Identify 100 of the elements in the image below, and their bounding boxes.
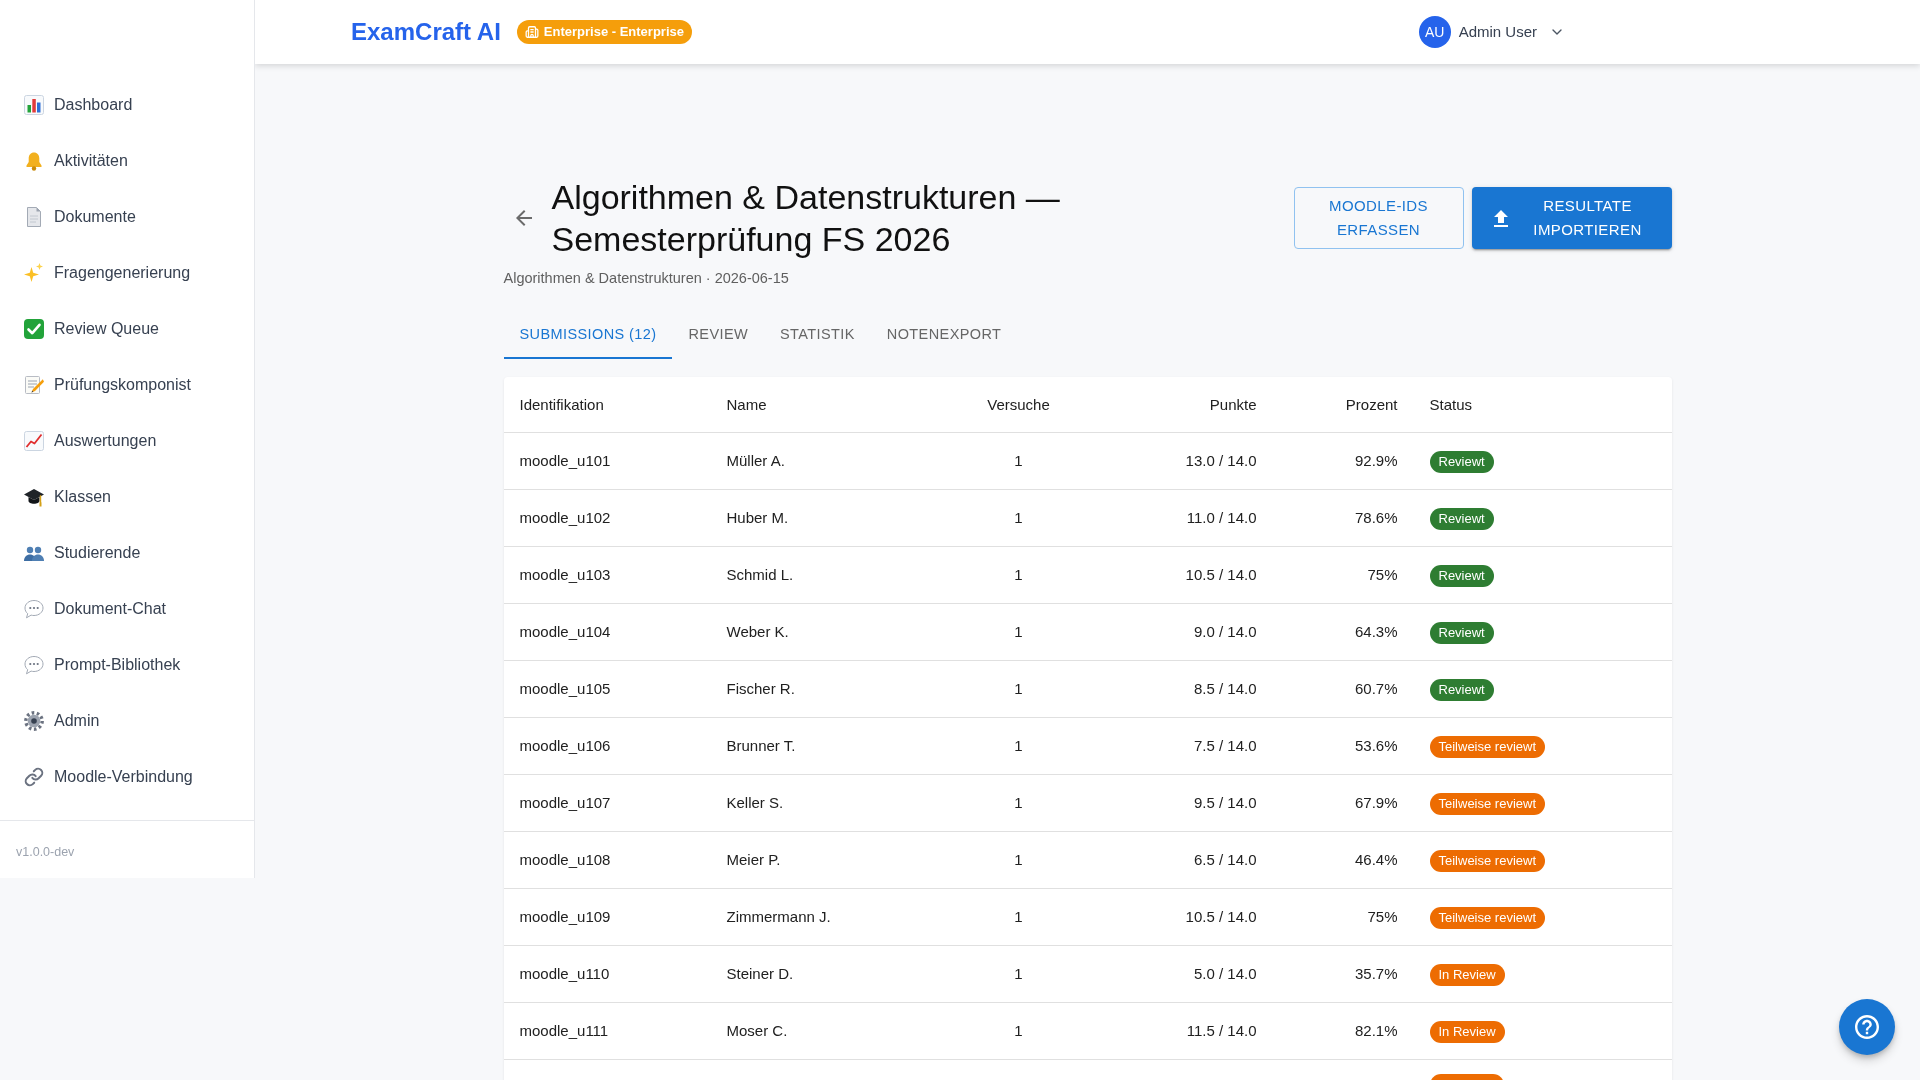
sidebar-item[interactable]: Studierende bbox=[0, 525, 254, 581]
upload-icon bbox=[1493, 209, 1508, 227]
table-cell: moodle_u101 bbox=[519, 452, 611, 469]
table-cell: 75% bbox=[1367, 566, 1398, 583]
table-cell: moodle_u111 bbox=[519, 1022, 609, 1039]
table-cell: 75% bbox=[1367, 908, 1398, 925]
speech-bubble-icon bbox=[24, 655, 44, 675]
table-cell: Zimmermann J. bbox=[726, 908, 831, 925]
sidebar-item[interactable]: Auswertungen bbox=[0, 413, 254, 469]
column-header: Punkte bbox=[1209, 395, 1257, 413]
column-header: Name bbox=[726, 395, 767, 413]
memo-pencil-icon bbox=[24, 375, 44, 395]
table-cell: Fischer R. bbox=[726, 680, 795, 697]
table-cell: 1 bbox=[1014, 680, 1023, 697]
table-cell: moodle_u107 bbox=[519, 794, 611, 811]
table-cell: 1 bbox=[1014, 1022, 1023, 1039]
status-badge: Reviewt bbox=[1429, 678, 1494, 701]
sidebar-item[interactable]: Prüfungskomponist bbox=[0, 357, 254, 413]
graduation-cap-icon bbox=[24, 487, 44, 507]
column-header: Versuche bbox=[987, 395, 1050, 413]
column-header: Identifikation bbox=[519, 395, 604, 413]
sidebar-item[interactable]: Fragengenerierung bbox=[0, 245, 254, 301]
table-cell: 1 bbox=[1014, 452, 1023, 469]
table-cell: 13.0 / 14.0 bbox=[1185, 452, 1257, 469]
sidebar-item[interactable]: Aktivitäten bbox=[0, 133, 254, 189]
table-cell: 9.5 / 14.0 bbox=[1193, 794, 1257, 811]
table-cell: 1 bbox=[1014, 623, 1023, 640]
table-cell: 9.0 / 14.0 bbox=[1193, 623, 1257, 640]
table-cell: moodle_u108 bbox=[519, 851, 611, 868]
table-cell: 1 bbox=[1014, 965, 1023, 982]
settings-icon bbox=[24, 711, 44, 731]
page-title: Algorithmen & Datenstrukturen — Semesterprüfung FS 2026 bbox=[551, 177, 1061, 260]
table-cell: Moser C. bbox=[726, 1022, 788, 1039]
sidebar-item[interactable]: Dokument-Chat bbox=[0, 581, 254, 637]
sidebar-item[interactable]: Moodle-Verbindung bbox=[0, 749, 254, 805]
table-cell: 1 bbox=[1014, 509, 1023, 526]
document-icon bbox=[24, 207, 44, 227]
table-cell: moodle_u109 bbox=[519, 908, 611, 925]
help-button[interactable] bbox=[1839, 999, 1895, 1055]
table-cell: Müller A. bbox=[726, 452, 785, 469]
sidebar-item[interactable]: Review Queue bbox=[0, 301, 254, 357]
back-arrow-icon[interactable] bbox=[515, 210, 532, 226]
import-button[interactable]: RESULTATE IMPORTIEREN bbox=[1471, 187, 1672, 249]
speech-bubble-icon bbox=[24, 599, 44, 619]
building-icon bbox=[524, 25, 539, 39]
table-cell: 60.7% bbox=[1354, 680, 1398, 697]
table-cell: 1 bbox=[1014, 851, 1023, 868]
tab[interactable]: NOTENEXPORT bbox=[870, 311, 1018, 359]
status-badge: Reviewt bbox=[1429, 564, 1494, 587]
table-cell: moodle_u110 bbox=[519, 965, 610, 982]
status-badge: Teilweise reviewt bbox=[1429, 792, 1546, 815]
table-cell: 53.6% bbox=[1354, 737, 1398, 754]
table-cell: 7.5 / 14.0 bbox=[1193, 737, 1257, 754]
table-cell: Schmid L. bbox=[726, 566, 794, 583]
sidebar-item[interactable]: Dokumente bbox=[0, 189, 254, 245]
table-cell: 67.9% bbox=[1354, 794, 1398, 811]
capture-ids-button[interactable]: MOODLE-IDS ERFASSEN bbox=[1293, 187, 1464, 249]
plan-label: Enterprise - Enterprise bbox=[543, 23, 684, 42]
column-header: Prozent bbox=[1345, 395, 1398, 413]
sidebar-item[interactable]: Admin bbox=[0, 693, 254, 749]
table-cell: moodle_u103 bbox=[519, 566, 611, 583]
check-icon bbox=[24, 319, 44, 339]
user-name[interactable]: Admin User bbox=[1458, 20, 1537, 44]
status-badge: Reviewt bbox=[1429, 621, 1494, 644]
table-cell: Meier P. bbox=[726, 851, 781, 868]
tab[interactable]: REVIEW bbox=[672, 311, 765, 359]
sparkles-icon bbox=[24, 263, 44, 283]
status-badge: In Review bbox=[1429, 1020, 1505, 1043]
logo-text[interactable]: ExamCraft AI bbox=[351, 14, 501, 50]
table-cell: 6.5 / 14.0 bbox=[1193, 851, 1257, 868]
version-label: v1.0.0-dev bbox=[16, 845, 75, 859]
status-badge: Teilweise reviewt bbox=[1429, 735, 1546, 758]
table-cell: moodle_u102 bbox=[519, 509, 611, 526]
help-icon bbox=[1855, 1015, 1879, 1039]
sidebar-item[interactable]: Klassen bbox=[0, 469, 254, 525]
table-cell: 64.3% bbox=[1354, 623, 1398, 640]
sidebar-item[interactable]: Prompt-Bibliothek bbox=[0, 637, 254, 693]
table-cell: 78.6% bbox=[1354, 509, 1398, 526]
column-header: Status bbox=[1429, 395, 1473, 413]
sidebar-item[interactable]: Dashboard bbox=[0, 77, 254, 133]
table-cell: moodle_u106 bbox=[519, 737, 611, 754]
table-cell: 5.0 / 14.0 bbox=[1193, 965, 1257, 982]
link-icon bbox=[24, 767, 44, 787]
table-cell: Brunner T. bbox=[726, 737, 796, 754]
status-badge: In Review bbox=[1429, 963, 1505, 986]
status-badge: Reviewt bbox=[1429, 450, 1494, 473]
table-cell: Huber M. bbox=[726, 509, 789, 526]
tab[interactable]: SUBMISSIONS (12) bbox=[503, 311, 673, 359]
user-avatar[interactable]: AU bbox=[1418, 16, 1451, 48]
page-subtitle: Algorithmen & Datenstrukturen · 2026-06-15 bbox=[503, 270, 789, 286]
table-cell: Keller S. bbox=[726, 794, 784, 811]
table-cell: 8.5 / 14.0 bbox=[1193, 680, 1257, 697]
table-cell: 1 bbox=[1014, 908, 1023, 925]
tab[interactable]: STATISTIK bbox=[764, 311, 871, 359]
table-cell: 35.7% bbox=[1354, 965, 1398, 982]
status-badge: Reviewt bbox=[1429, 507, 1494, 530]
table-cell: 46.4% bbox=[1354, 851, 1398, 868]
table-cell: 1 bbox=[1014, 737, 1023, 754]
table-cell: 11.5 / 14.0 bbox=[1186, 1022, 1257, 1039]
table-cell: 10.5 / 14.0 bbox=[1185, 566, 1257, 583]
